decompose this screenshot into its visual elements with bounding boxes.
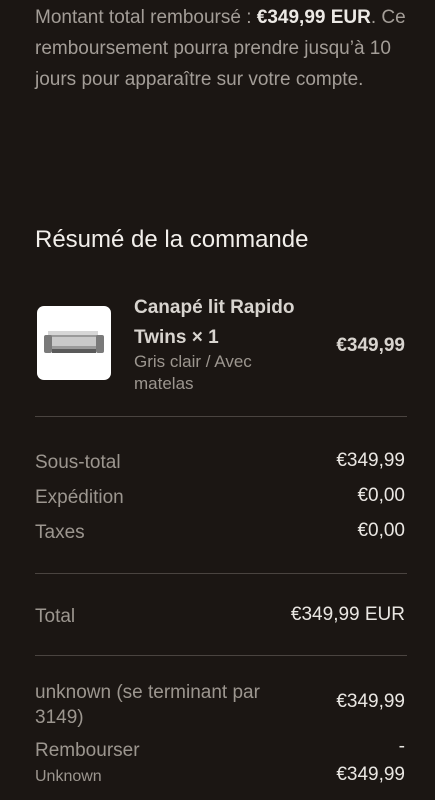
divider (35, 655, 407, 656)
refund-row-label: Rembourser (35, 740, 140, 761)
divider (35, 416, 407, 417)
refund-amount: €349,99 EUR (256, 7, 371, 28)
product-image (37, 306, 111, 380)
subtotal-value: €349,99 (336, 450, 405, 471)
shipping-value: €0,00 (357, 485, 405, 506)
sofa-bed-icon (44, 331, 104, 353)
taxes-value: €0,00 (357, 520, 405, 541)
divider (35, 573, 407, 574)
product-variant: Gris clair / Avec matelas (134, 352, 252, 393)
total-label: Total (35, 606, 76, 627)
refund-notice: Montant total remboursé : €349,99 EUR. C… (35, 2, 415, 95)
order-summary-title: Résumé de la commande (35, 226, 309, 253)
total-value: €349,99 EUR (290, 604, 405, 625)
subtotal-label: Sous-total (35, 452, 121, 473)
refund-prefix: Montant total remboursé : (35, 7, 257, 28)
payment-amount: €349,99 (336, 691, 405, 712)
refund-amount-value: €349,99 (336, 764, 405, 785)
shipping-label: Expédition (35, 487, 124, 508)
payment-method-label: unknown (se terminant par 3149) (35, 682, 260, 728)
product-price: €349,99 (336, 335, 405, 356)
taxes-label: Taxes (35, 522, 85, 543)
refund-method-label: Unknown (35, 768, 102, 785)
product-name[interactable]: Canapé lit Rapido Twins × 1 (134, 293, 324, 353)
refund-row-dash: - (398, 736, 405, 757)
